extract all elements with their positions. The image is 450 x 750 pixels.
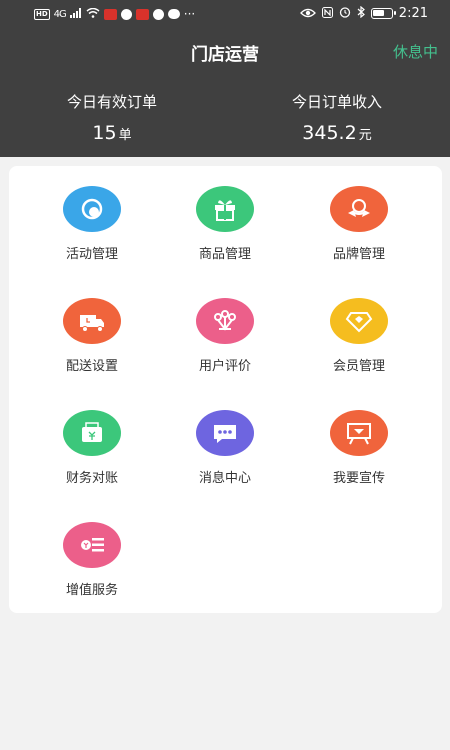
orders-count: 15 [92, 122, 117, 144]
function-grid-card: 活动管理 商品管理 品牌管理 配送设置 用户评价 会员管理 财务对账 消息中心 … [9, 166, 442, 613]
billboard-icon [330, 410, 388, 456]
network-type: 4G [53, 8, 67, 20]
gift-icon [196, 186, 254, 232]
ribbon-badge-icon [330, 186, 388, 232]
app-header: 门店运营 休息中 今日有效订单 15 单 今日订单收入 345.2 元 [0, 30, 450, 157]
menu-item-label: 配送设置 [65, 359, 118, 374]
bluetooth-icon [357, 5, 365, 21]
alarm-icon [339, 6, 351, 21]
menu-item-activity[interactable]: 活动管理 [32, 186, 152, 262]
clock-time: 2:21 [398, 6, 428, 21]
menu-item-reviews[interactable]: 用户评价 [165, 298, 285, 374]
diamond-icon [330, 298, 388, 344]
income-stat-value: 345.2 元 [237, 122, 437, 144]
wallet-icon [63, 410, 121, 456]
menu-item-delivery[interactable]: 配送设置 [32, 298, 152, 374]
eye-icon [299, 7, 316, 21]
menu-item-products[interactable]: 商品管理 [165, 186, 285, 262]
activity-icon [63, 186, 121, 232]
battery-icon [370, 8, 396, 19]
app-notification-icon [152, 8, 164, 20]
menu-item-value-added[interactable]: 增值服务 [32, 522, 152, 598]
menu-item-brand[interactable]: 品牌管理 [299, 186, 419, 262]
status-bar: HD 4G ··· 2:21 [0, 0, 450, 30]
signal-icon [69, 7, 82, 21]
menu-item-finance[interactable]: 财务对账 [32, 410, 152, 486]
orders-unit: 单 [118, 128, 132, 143]
menu-item-label: 用户评价 [198, 359, 251, 374]
menu-item-label: 活动管理 [65, 247, 118, 262]
status-right-icons: 2:21 [299, 5, 428, 21]
message-bubble-icon [196, 410, 254, 456]
income-stat-label: 今日订单收入 [291, 93, 382, 111]
app-notification-icon [135, 8, 149, 20]
flowers-icon [196, 298, 254, 344]
menu-item-label: 增值服务 [65, 583, 118, 598]
menu-item-messages[interactable]: 消息中心 [165, 410, 285, 486]
hd-icon: HD [34, 8, 50, 20]
status-left-icons: HD 4G ··· [34, 7, 195, 21]
chat-notification-icon [167, 9, 180, 19]
page-title: 门店运营 [191, 45, 259, 65]
app-notification-icon [103, 8, 117, 20]
coin-stack-icon [63, 522, 121, 568]
menu-item-label: 消息中心 [198, 471, 251, 486]
income-stat[interactable]: 今日订单收入 345.2 元 [237, 91, 437, 144]
menu-item-label: 我要宣传 [332, 471, 385, 486]
store-status-button[interactable]: 休息中 [393, 41, 438, 62]
menu-item-promote[interactable]: 我要宣传 [299, 410, 419, 486]
menu-item-label: 财务对账 [65, 471, 118, 486]
income-unit: 元 [358, 128, 372, 143]
app-notification-icon [120, 8, 132, 20]
orders-stat[interactable]: 今日有效订单 15 单 [12, 91, 212, 144]
menu-item-label: 会员管理 [332, 359, 385, 374]
nfc-icon [321, 6, 333, 21]
menu-item-label: 商品管理 [198, 247, 251, 262]
menu-item-label: 品牌管理 [332, 247, 385, 262]
income-amount: 345.2 [302, 122, 357, 144]
delivery-truck-icon [63, 298, 121, 344]
orders-stat-value: 15 单 [12, 122, 212, 144]
wifi-icon [86, 7, 100, 21]
menu-item-members[interactable]: 会员管理 [299, 298, 419, 374]
orders-stat-label: 今日有效订单 [66, 93, 157, 111]
more-notifications-icon: ··· [183, 7, 196, 21]
